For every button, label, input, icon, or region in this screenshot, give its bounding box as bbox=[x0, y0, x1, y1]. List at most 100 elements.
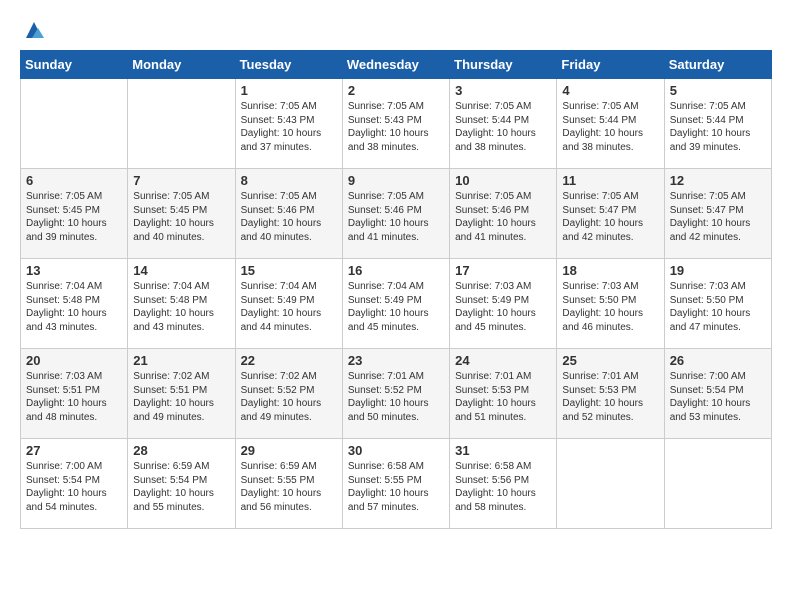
day-content: Sunrise: 7:02 AM Sunset: 5:51 PM Dayligh… bbox=[133, 370, 229, 424]
calendar-cell: 24 Sunrise: 7:01 AM Sunset: 5:53 PM Dayli… bbox=[450, 349, 557, 439]
day-number: 24 bbox=[455, 353, 551, 368]
day-number: 15 bbox=[241, 263, 337, 278]
calendar-header-row: SundayMondayTuesdayWednesdayThursdayFrid… bbox=[21, 51, 772, 79]
logo-text bbox=[20, 20, 46, 40]
day-content: Sunrise: 7:00 AM Sunset: 5:54 PM Dayligh… bbox=[670, 370, 766, 424]
col-header-saturday: Saturday bbox=[664, 51, 771, 79]
day-content: Sunrise: 7:05 AM Sunset: 5:46 PM Dayligh… bbox=[455, 190, 551, 244]
calendar-cell: 11Sunrise: 7:05 AM Sunset: 5:47 PM Dayli… bbox=[557, 169, 664, 259]
day-number: 25 bbox=[562, 353, 658, 368]
day-number: 31 bbox=[455, 443, 551, 458]
day-content: Sunrise: 7:01 AM Sunset: 5:53 PM Dayligh… bbox=[455, 370, 551, 424]
day-number: 7 bbox=[133, 173, 229, 188]
calendar-cell: 22 Sunrise: 7:02 AM Sunset: 5:52 PM Dayli… bbox=[235, 349, 342, 439]
day-content: Sunrise: 7:05 AM Sunset: 5:45 PM Dayligh… bbox=[26, 190, 122, 244]
day-content: Sunrise: 7:05 AM Sunset: 5:45 PM Dayligh… bbox=[133, 190, 229, 244]
day-content: Sunrise: 7:02 AM Sunset: 5:52 PM Dayligh… bbox=[241, 370, 337, 424]
calendar-cell: 2 Sunrise: 7:05 AM Sunset: 5:43 PM Daylig… bbox=[342, 79, 449, 169]
day-number: 8 bbox=[241, 173, 337, 188]
calendar-cell bbox=[128, 79, 235, 169]
day-number: 23 bbox=[348, 353, 444, 368]
calendar-week-3: 13 Sunrise: 7:04 AM Sunset: 5:48 PM Dayli… bbox=[21, 259, 772, 349]
day-number: 6 bbox=[26, 173, 122, 188]
calendar-week-5: 27 Sunrise: 7:00 AM Sunset: 5:54 PM Dayli… bbox=[21, 439, 772, 529]
calendar-cell: 23 Sunrise: 7:01 AM Sunset: 5:52 PM Dayli… bbox=[342, 349, 449, 439]
col-header-tuesday: Tuesday bbox=[235, 51, 342, 79]
calendar-cell: 21 Sunrise: 7:02 AM Sunset: 5:51 PM Dayli… bbox=[128, 349, 235, 439]
day-number: 10 bbox=[455, 173, 551, 188]
calendar-cell: 10 Sunrise: 7:05 AM Sunset: 5:46 PM Dayli… bbox=[450, 169, 557, 259]
calendar-cell: 27 Sunrise: 7:00 AM Sunset: 5:54 PM Dayli… bbox=[21, 439, 128, 529]
day-content: Sunrise: 7:05 AM Sunset: 5:47 PM Dayligh… bbox=[670, 190, 766, 244]
day-content: Sunrise: 7:05 AM Sunset: 5:46 PM Dayligh… bbox=[348, 190, 444, 244]
day-content: Sunrise: 7:01 AM Sunset: 5:53 PM Dayligh… bbox=[562, 370, 658, 424]
day-content: Sunrise: 7:04 AM Sunset: 5:48 PM Dayligh… bbox=[133, 280, 229, 334]
day-number: 26 bbox=[670, 353, 766, 368]
day-content: Sunrise: 7:04 AM Sunset: 5:49 PM Dayligh… bbox=[241, 280, 337, 334]
day-content: Sunrise: 7:05 AM Sunset: 5:43 PM Dayligh… bbox=[241, 100, 337, 154]
day-number: 4 bbox=[562, 83, 658, 98]
calendar-cell: 16 Sunrise: 7:04 AM Sunset: 5:49 PM Dayli… bbox=[342, 259, 449, 349]
calendar-week-1: 1 Sunrise: 7:05 AM Sunset: 5:43 PM Daylig… bbox=[21, 79, 772, 169]
calendar-cell: 9 Sunrise: 7:05 AM Sunset: 5:46 PM Daylig… bbox=[342, 169, 449, 259]
calendar-cell: 12Sunrise: 7:05 AM Sunset: 5:47 PM Dayli… bbox=[664, 169, 771, 259]
day-number: 20 bbox=[26, 353, 122, 368]
col-header-wednesday: Wednesday bbox=[342, 51, 449, 79]
calendar-cell: 3 Sunrise: 7:05 AM Sunset: 5:44 PM Daylig… bbox=[450, 79, 557, 169]
calendar-cell: 7 Sunrise: 7:05 AM Sunset: 5:45 PM Daylig… bbox=[128, 169, 235, 259]
day-number: 9 bbox=[348, 173, 444, 188]
day-content: Sunrise: 7:05 AM Sunset: 5:43 PM Dayligh… bbox=[348, 100, 444, 154]
day-number: 29 bbox=[241, 443, 337, 458]
calendar-week-4: 20 Sunrise: 7:03 AM Sunset: 5:51 PM Dayli… bbox=[21, 349, 772, 439]
day-number: 30 bbox=[348, 443, 444, 458]
day-content: Sunrise: 7:01 AM Sunset: 5:52 PM Dayligh… bbox=[348, 370, 444, 424]
day-content: Sunrise: 6:58 AM Sunset: 5:56 PM Dayligh… bbox=[455, 460, 551, 514]
calendar-cell: 6 Sunrise: 7:05 AM Sunset: 5:45 PM Daylig… bbox=[21, 169, 128, 259]
day-number: 11 bbox=[562, 173, 658, 188]
calendar-cell: 31 Sunrise: 6:58 AM Sunset: 5:56 PM Dayli… bbox=[450, 439, 557, 529]
day-content: Sunrise: 7:03 AM Sunset: 5:50 PM Dayligh… bbox=[670, 280, 766, 334]
day-content: Sunrise: 7:03 AM Sunset: 5:51 PM Dayligh… bbox=[26, 370, 122, 424]
day-number: 3 bbox=[455, 83, 551, 98]
calendar-cell bbox=[21, 79, 128, 169]
calendar-cell: 20 Sunrise: 7:03 AM Sunset: 5:51 PM Dayli… bbox=[21, 349, 128, 439]
day-content: Sunrise: 7:03 AM Sunset: 5:50 PM Dayligh… bbox=[562, 280, 658, 334]
page-header bbox=[20, 20, 772, 40]
day-number: 19 bbox=[670, 263, 766, 278]
calendar-cell: 17Sunrise: 7:03 AM Sunset: 5:49 PM Dayli… bbox=[450, 259, 557, 349]
day-number: 27 bbox=[26, 443, 122, 458]
calendar-cell: 29 Sunrise: 6:59 AM Sunset: 5:55 PM Dayli… bbox=[235, 439, 342, 529]
day-content: Sunrise: 7:05 AM Sunset: 5:44 PM Dayligh… bbox=[455, 100, 551, 154]
day-number: 18 bbox=[562, 263, 658, 278]
calendar-cell: 14Sunrise: 7:04 AM Sunset: 5:48 PM Dayli… bbox=[128, 259, 235, 349]
day-content: Sunrise: 7:00 AM Sunset: 5:54 PM Dayligh… bbox=[26, 460, 122, 514]
day-content: Sunrise: 7:05 AM Sunset: 5:44 PM Dayligh… bbox=[670, 100, 766, 154]
day-content: Sunrise: 7:03 AM Sunset: 5:49 PM Dayligh… bbox=[455, 280, 551, 334]
day-number: 5 bbox=[670, 83, 766, 98]
day-content: Sunrise: 7:04 AM Sunset: 5:49 PM Dayligh… bbox=[348, 280, 444, 334]
day-content: Sunrise: 7:05 AM Sunset: 5:46 PM Dayligh… bbox=[241, 190, 337, 244]
day-content: Sunrise: 7:05 AM Sunset: 5:44 PM Dayligh… bbox=[562, 100, 658, 154]
day-number: 28 bbox=[133, 443, 229, 458]
col-header-monday: Monday bbox=[128, 51, 235, 79]
day-content: Sunrise: 6:59 AM Sunset: 5:55 PM Dayligh… bbox=[241, 460, 337, 514]
logo-icon bbox=[22, 20, 46, 40]
day-number: 16 bbox=[348, 263, 444, 278]
day-number: 2 bbox=[348, 83, 444, 98]
calendar-cell: 15 Sunrise: 7:04 AM Sunset: 5:49 PM Dayli… bbox=[235, 259, 342, 349]
col-header-sunday: Sunday bbox=[21, 51, 128, 79]
day-number: 1 bbox=[241, 83, 337, 98]
day-content: Sunrise: 6:58 AM Sunset: 5:55 PM Dayligh… bbox=[348, 460, 444, 514]
day-content: Sunrise: 6:59 AM Sunset: 5:54 PM Dayligh… bbox=[133, 460, 229, 514]
day-number: 22 bbox=[241, 353, 337, 368]
day-number: 13 bbox=[26, 263, 122, 278]
calendar-cell bbox=[557, 439, 664, 529]
calendar-cell: 18 Sunrise: 7:03 AM Sunset: 5:50 PM Dayli… bbox=[557, 259, 664, 349]
calendar-cell: 28 Sunrise: 6:59 AM Sunset: 5:54 PM Dayli… bbox=[128, 439, 235, 529]
calendar-cell: 8 Sunrise: 7:05 AM Sunset: 5:46 PM Daylig… bbox=[235, 169, 342, 259]
day-number: 21 bbox=[133, 353, 229, 368]
calendar-cell: 1 Sunrise: 7:05 AM Sunset: 5:43 PM Daylig… bbox=[235, 79, 342, 169]
col-header-friday: Friday bbox=[557, 51, 664, 79]
col-header-thursday: Thursday bbox=[450, 51, 557, 79]
calendar-cell bbox=[664, 439, 771, 529]
